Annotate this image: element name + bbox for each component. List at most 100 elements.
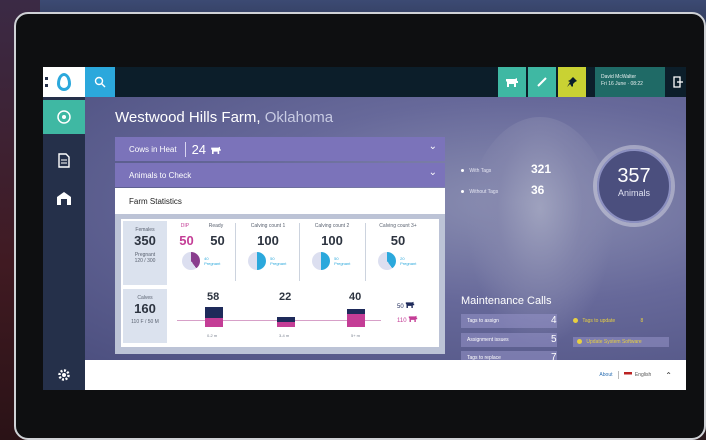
cows-in-heat-dropdown[interactable]: Cows in Heat 24 ⌄ [115,137,445,161]
gear-icon [58,369,70,381]
pie-caption: 20 Pregnant [400,256,417,266]
top-bar: David McWalter Fri 16 June · 08:22 [85,67,686,97]
menu-icon[interactable] [45,77,48,87]
chevron-down-icon: ⌄ [428,141,437,152]
app-logo[interactable] [43,67,85,97]
calf-group-value: 22 [279,291,292,303]
maintenance-row[interactable]: Assignment issues [461,333,557,347]
ready-label: Ready [208,223,224,229]
logout-button[interactable] [670,67,686,97]
bullet-icon [461,169,464,173]
search-icon [94,76,106,88]
pin-button[interactable] [558,67,586,97]
calf-group-scale: 0-2 m [207,333,218,338]
calf-group-value: 40 [349,291,362,303]
calving-value: 100 [321,233,343,248]
sidebar-item-home[interactable] [43,100,85,134]
user-name: David McWalter [601,74,637,80]
warning-icon [573,318,578,324]
pregnant-value: 120 / 300 [134,258,156,264]
maintenance-calls: Maintenance Calls Tags to assign 4 Assig… [461,295,671,365]
dip-value: 50 [179,233,194,248]
sidebar-item-barn[interactable] [43,183,85,213]
calf-bar-male [205,307,223,318]
farm-statistics-label: Farm Statistics [129,196,182,206]
divider [365,223,366,281]
cow-icon [409,315,418,322]
calving-value: 50 [390,233,406,248]
maintenance-label: Assignment issues [467,337,509,343]
pregnancy-pie [311,252,330,270]
calf-group-scale: 5+ m [351,333,361,338]
home-icon [57,110,71,124]
tags-to-update-warning[interactable]: Tags to update 8 [573,318,643,324]
language-selector[interactable]: English [623,372,651,378]
animals-total: 357 [617,165,651,187]
footer: About English ⌃ [85,360,686,390]
dashboard-main: Westwood Hills Farm, Oklahoma Cows in He… [85,97,686,365]
syringe-icon [537,77,547,87]
divider [299,223,300,281]
document-icon [58,152,70,168]
without-tags-row: Without Tags [461,189,498,195]
cows-in-heat-label: Cows in Heat [129,144,177,154]
dip-ready-column: DIP Ready 50 50 40 Pregnant [171,223,233,285]
barn-icon [57,191,71,205]
chevron-up-icon[interactable]: ⌃ [665,371,672,380]
calves-sub: 110 F / 50 M [131,319,159,325]
cow-icon [210,146,221,154]
females-summary: Females 350 Pregnant 120 / 300 [123,221,167,285]
pie-caption: 50 Pregnant [270,256,287,266]
statistics-card: Females 350 Pregnant 120 / 300 DIP Ready… [121,219,439,347]
app-screen: David McWalter Fri 16 June · 08:22 Westw… [43,67,686,390]
without-tags-value: 36 [531,183,545,197]
calf-bar-female [205,318,223,327]
farm-statistics-header[interactable]: Farm Statistics [115,188,445,214]
animals-total-badge[interactable]: 357 Animals [597,149,671,223]
calving-count-2-column: Calving count 2 100 50 Pregnant [303,223,361,285]
calf-bar-female [277,322,295,327]
warning-icon [577,339,582,345]
divider [617,371,619,379]
calf-group-value: 58 [207,291,220,303]
sidebar [43,67,85,390]
search-button[interactable] [85,67,115,97]
animals-to-check-dropdown[interactable]: Animals to Check ⌄ [115,163,445,187]
pie-caption: 50 Pregnant [334,256,351,266]
farm-statistics-panel: Females 350 Pregnant 120 / 300 DIP Ready… [115,214,445,354]
with-tags-label: With Tags [469,168,492,174]
user-info[interactable]: David McWalter Fri 16 June · 08:22 [595,67,665,97]
with-tags-row: With Tags [461,168,491,174]
chevron-down-icon: ⌄ [428,167,437,178]
farm-state: Oklahoma [264,109,334,126]
cow-filter-button[interactable] [498,67,526,97]
maintenance-label: Tags to assign [467,318,499,324]
droplet-logo-icon [57,73,71,91]
sidebar-item-reports[interactable] [43,145,85,175]
maintenance-value: 5 [551,334,557,345]
cow-icon [506,78,518,87]
maintenance-row[interactable]: Tags to assign [461,314,557,328]
update-software-warning[interactable]: Update System Software [573,337,669,347]
treatment-button[interactable] [528,67,556,97]
user-date: Fri 16 June · 08:22 [601,81,643,87]
animals-to-check-label: Animals to Check [129,170,192,180]
without-tags-label: Without Tags [469,189,499,195]
calving-label: Calving count 3+ [379,223,417,229]
maintenance-title: Maintenance Calls [461,295,552,307]
females-value: 350 [134,233,156,248]
calves-value: 160 [134,301,156,316]
calving-value: 100 [257,233,279,248]
pregnancy-pie [247,252,266,270]
farm-name: Westwood Hills Farm, [115,109,261,126]
calving-count-3-column: Calving count 3+ 50 20 Pregnant [369,223,427,285]
pie-caption: 40 Pregnant [204,256,221,266]
calves-summary: Calves 160 110 F / 50 M [123,289,167,343]
settings-button[interactable] [43,360,85,390]
pregnancy-pie [181,252,200,270]
calf-bar-female [347,314,365,327]
calving-count-1-column: Calving count 1 100 50 Pregnant [239,223,297,285]
page-title: Westwood Hills Farm, Oklahoma [115,109,333,126]
about-link[interactable]: About [599,372,612,378]
calf-legend-male: 50 [397,301,415,310]
